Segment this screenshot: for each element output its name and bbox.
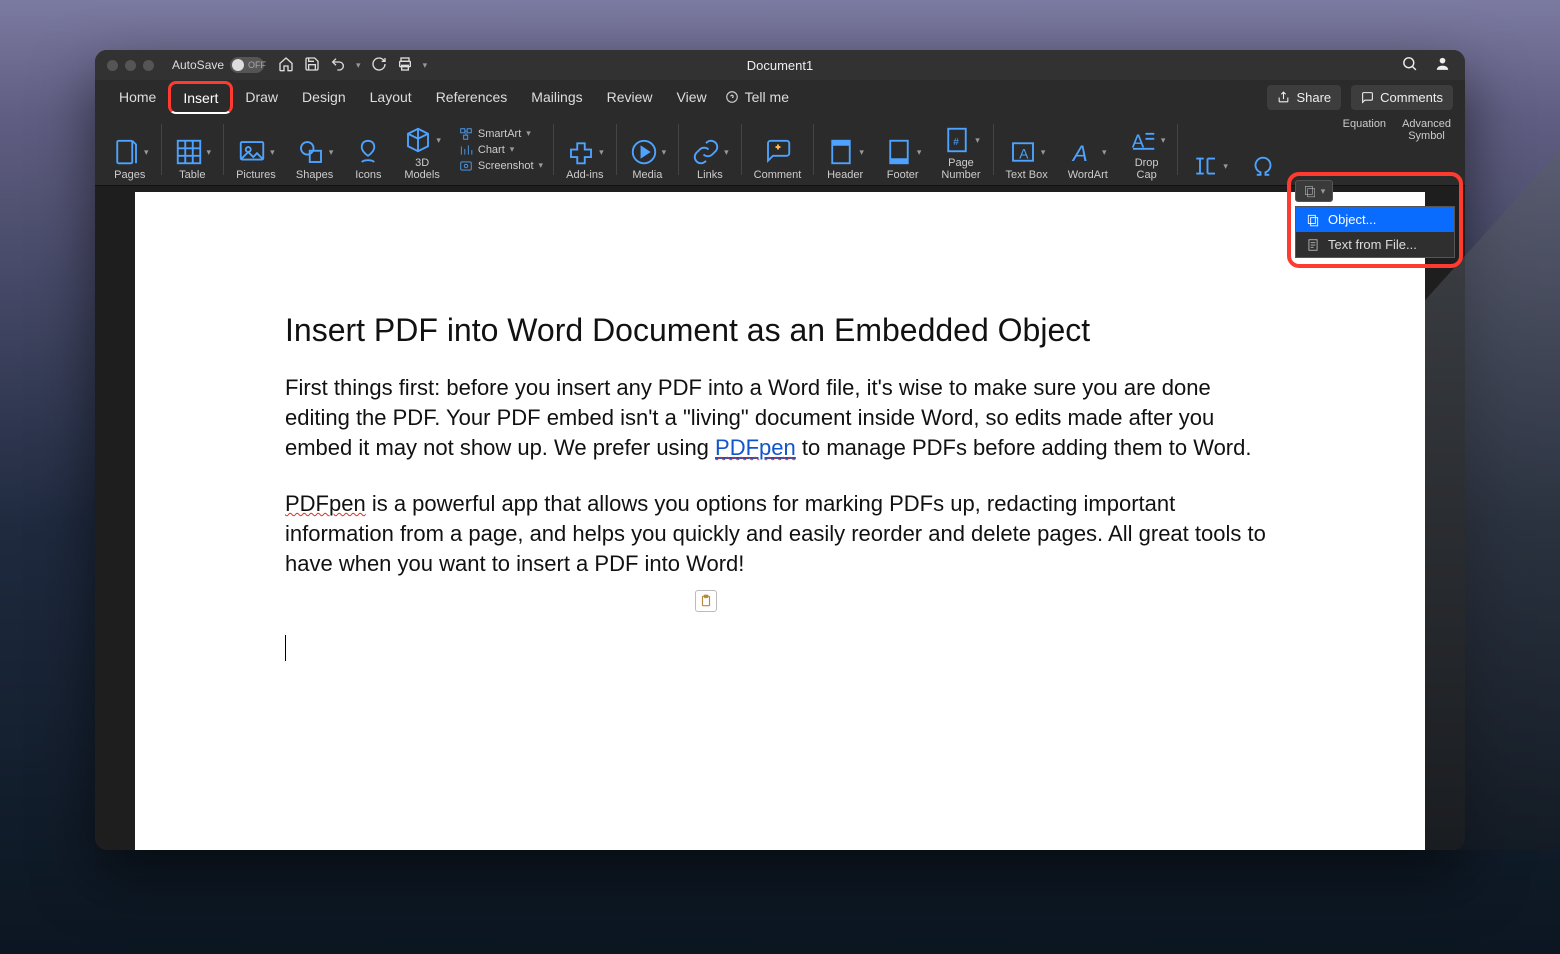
undo-dropdown-icon[interactable]: ▾ bbox=[356, 60, 361, 71]
text-box-label: Text Box bbox=[1006, 169, 1048, 181]
tab-layout[interactable]: Layout bbox=[358, 83, 424, 111]
object-split-button[interactable]: ▾ bbox=[1295, 180, 1333, 202]
window-controls[interactable] bbox=[95, 60, 166, 71]
document-canvas[interactable]: Insert PDF into Word Document as an Embe… bbox=[95, 186, 1465, 850]
illustrations-stack: SmartArt▾ Chart▾ Screenshot▾ bbox=[451, 118, 551, 181]
pages-button[interactable]: ▾ Pages bbox=[101, 118, 159, 181]
tab-design[interactable]: Design bbox=[290, 83, 358, 111]
3d-models-button[interactable]: ▾ 3D Models bbox=[393, 118, 451, 181]
addins-button[interactable]: ▾ Add-ins bbox=[556, 118, 614, 181]
menu-item-object[interactable]: Object... bbox=[1296, 207, 1454, 232]
doc-paragraph-2: PDFpen is a powerful app that allows you… bbox=[285, 489, 1275, 579]
comments-button[interactable]: Comments bbox=[1351, 85, 1453, 110]
object-menu: Object... Text from File... bbox=[1295, 206, 1455, 258]
table-label: Table bbox=[179, 169, 205, 181]
links-label: Links bbox=[697, 169, 723, 181]
screenshot-button[interactable]: Screenshot▾ bbox=[459, 159, 543, 173]
autosave-label: AutoSave bbox=[172, 58, 224, 72]
traffic-zoom[interactable] bbox=[143, 60, 154, 71]
smartart-button[interactable]: SmartArt▾ bbox=[459, 127, 543, 141]
home-icon[interactable] bbox=[278, 56, 294, 75]
media-button[interactable]: ▾ Media bbox=[619, 118, 677, 181]
header-label: Header bbox=[827, 169, 863, 181]
drop-cap-label: Drop Cap bbox=[1135, 157, 1159, 181]
print-icon[interactable] bbox=[397, 56, 413, 75]
doc-heading: Insert PDF into Word Document as an Embe… bbox=[285, 312, 1275, 349]
table-button[interactable]: ▾ Table bbox=[164, 118, 222, 181]
wordart-label: WordArt bbox=[1068, 169, 1108, 181]
chart-button[interactable]: Chart▾ bbox=[459, 143, 543, 157]
3d-models-label: 3D Models bbox=[404, 157, 439, 181]
tab-insert[interactable]: Insert bbox=[168, 81, 233, 114]
account-icon[interactable] bbox=[1434, 55, 1451, 75]
tab-draw[interactable]: Draw bbox=[233, 83, 290, 111]
links-button[interactable]: ▾ Links bbox=[681, 118, 739, 181]
word-app-window: AutoSave OFF ▾ ▾ Document1 Home Insert D… bbox=[95, 50, 1465, 850]
object-dropdown-highlight: ▾ Object... Text from File... bbox=[1287, 172, 1463, 268]
share-button[interactable]: Share bbox=[1267, 85, 1341, 110]
repeat-icon[interactable] bbox=[371, 56, 387, 75]
comment-button[interactable]: Comment bbox=[744, 118, 812, 181]
equation-button[interactable]: ▾ bbox=[1180, 118, 1238, 181]
page-number-label: Page Number bbox=[941, 157, 980, 181]
addins-label: Add-ins bbox=[566, 169, 603, 181]
traffic-close[interactable] bbox=[107, 60, 118, 71]
autosave-switch[interactable]: OFF bbox=[230, 57, 264, 73]
save-icon[interactable] bbox=[304, 56, 320, 75]
chevron-down-icon: ▾ bbox=[1321, 186, 1326, 197]
autosave-toggle[interactable]: AutoSave OFF bbox=[172, 57, 264, 73]
document-page[interactable]: Insert PDF into Word Document as an Embe… bbox=[135, 192, 1425, 850]
ribbon-tabs: Home Insert Draw Design Layout Reference… bbox=[95, 80, 1465, 114]
svg-text:A: A bbox=[1071, 141, 1088, 166]
tab-mailings[interactable]: Mailings bbox=[519, 83, 594, 111]
wordart-button[interactable]: A▾ WordArt bbox=[1058, 118, 1118, 181]
tab-view[interactable]: View bbox=[665, 83, 719, 111]
pages-label: Pages bbox=[114, 169, 145, 181]
comments-label: Comments bbox=[1380, 90, 1443, 105]
drop-cap-button[interactable]: A▾ Drop Cap bbox=[1118, 118, 1176, 181]
pictures-button[interactable]: ▾ Pictures bbox=[226, 118, 286, 181]
ribbon-insert: ▾ Pages ▾ Table ▾ Pictures ▾ Shapes Icon… bbox=[95, 114, 1465, 186]
page-number-button[interactable]: #▾ Page Number bbox=[931, 118, 990, 181]
media-label: Media bbox=[632, 169, 662, 181]
icons-button[interactable]: Icons bbox=[343, 118, 393, 181]
comment-label: Comment bbox=[754, 169, 802, 181]
equation-symbol-labels: Equation Advanced Symbol bbox=[1343, 118, 1451, 142]
header-button[interactable]: ▾ Header bbox=[816, 118, 874, 181]
tell-me-label: Tell me bbox=[745, 89, 789, 105]
shapes-label: Shapes bbox=[296, 169, 333, 181]
svg-text:#: # bbox=[953, 137, 959, 148]
share-label: Share bbox=[1296, 90, 1331, 105]
tab-review[interactable]: Review bbox=[595, 83, 665, 111]
tab-home[interactable]: Home bbox=[107, 83, 168, 111]
footer-label: Footer bbox=[887, 169, 919, 181]
doc-paragraph-1: First things first: before you insert an… bbox=[285, 373, 1275, 463]
shapes-button[interactable]: ▾ Shapes bbox=[286, 118, 344, 181]
pdfpen-link[interactable]: PDFpen bbox=[715, 435, 796, 460]
text-cursor bbox=[285, 635, 286, 661]
titlebar: AutoSave OFF ▾ ▾ Document1 bbox=[95, 50, 1465, 80]
tell-me[interactable]: Tell me bbox=[725, 89, 789, 105]
traffic-minimize[interactable] bbox=[125, 60, 136, 71]
qat-customize-icon[interactable]: ▾ bbox=[423, 60, 428, 71]
search-icon[interactable] bbox=[1401, 55, 1418, 75]
undo-icon[interactable] bbox=[330, 56, 346, 75]
paste-options-button[interactable] bbox=[695, 590, 717, 612]
svg-text:A: A bbox=[1019, 146, 1029, 161]
text-box-button[interactable]: A▾ Text Box bbox=[996, 118, 1058, 181]
footer-button[interactable]: ▾ Footer bbox=[874, 118, 932, 181]
symbol-button[interactable] bbox=[1238, 118, 1288, 181]
menu-item-text-from-file[interactable]: Text from File... bbox=[1296, 232, 1454, 257]
pictures-label: Pictures bbox=[236, 169, 276, 181]
tab-references[interactable]: References bbox=[424, 83, 520, 111]
quick-access-toolbar: ▾ ▾ bbox=[278, 56, 427, 75]
icons-label: Icons bbox=[355, 169, 381, 181]
document-title: Document1 bbox=[747, 58, 813, 73]
